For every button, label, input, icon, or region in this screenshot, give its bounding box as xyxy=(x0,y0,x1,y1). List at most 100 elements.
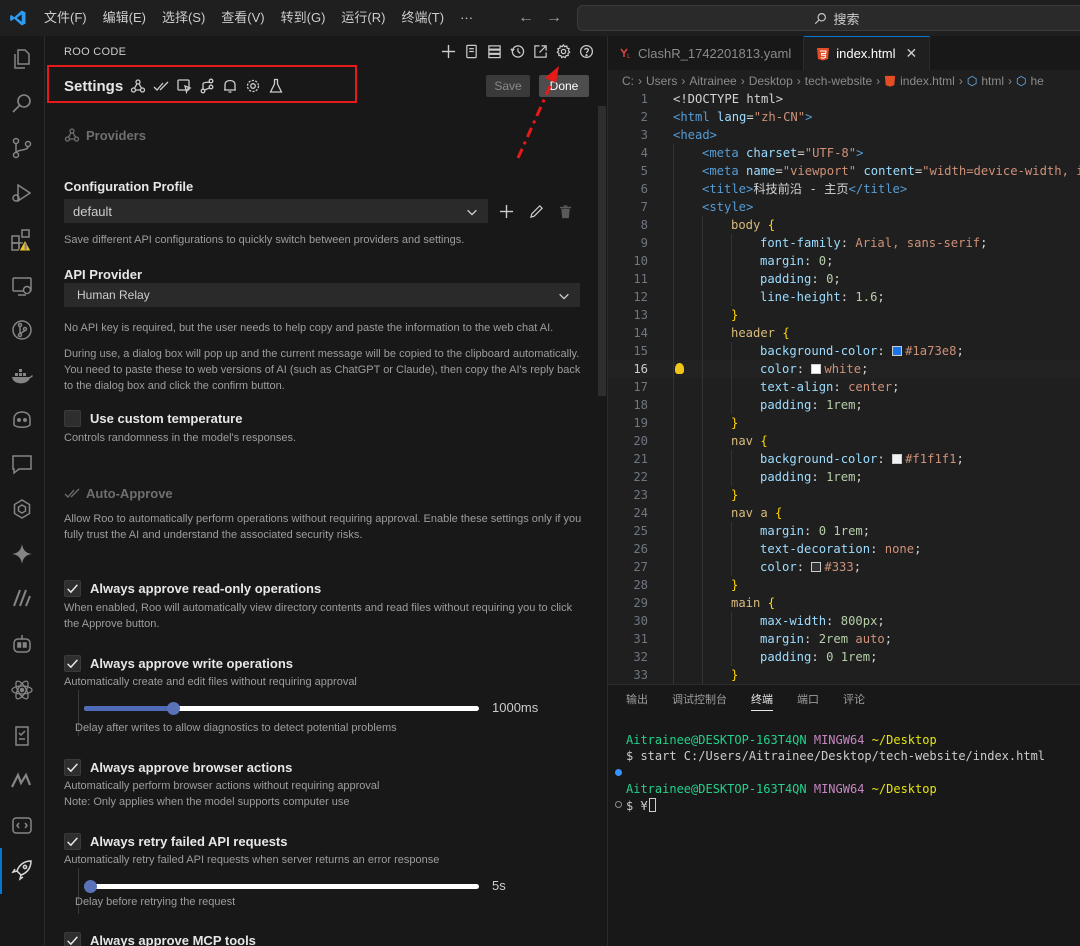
color-swatch[interactable] xyxy=(892,454,903,464)
roo-rocket-icon[interactable] xyxy=(8,856,36,884)
checkbox-checked[interactable] xyxy=(64,833,81,850)
custom-temperature-checkbox[interactable]: Use custom temperature xyxy=(64,410,242,427)
breadcrumb-item[interactable]: tech-website xyxy=(805,74,872,88)
checkpoints-branch-icon[interactable] xyxy=(198,77,215,94)
breadcrumb-item[interactable]: Users xyxy=(646,74,677,88)
code-line[interactable]: 26 text-decoration: none; xyxy=(608,540,1080,558)
slider-thumb[interactable] xyxy=(84,880,97,893)
panel-tab-comments[interactable]: 评论 xyxy=(843,691,865,711)
code-line[interactable]: 17 text-align: center; xyxy=(608,378,1080,396)
code-line[interactable]: 16 color: white; xyxy=(608,360,1080,378)
write-checkbox[interactable]: Always approve write operations xyxy=(64,655,293,672)
docker-icon[interactable] xyxy=(8,362,36,390)
code-line[interactable]: 27 color: #333; xyxy=(608,558,1080,576)
settings-scroll-area[interactable]: Providers Configuration Profile default … xyxy=(45,106,607,946)
retry-checkbox[interactable]: Always retry failed API requests xyxy=(64,833,288,850)
slider-thumb[interactable] xyxy=(167,702,180,715)
source-control-icon[interactable] xyxy=(8,134,36,162)
experimental-flask-icon[interactable] xyxy=(267,77,284,94)
checkbox-checked[interactable] xyxy=(64,580,81,597)
extensions-icon[interactable]: ! xyxy=(8,226,36,254)
menu-edit[interactable]: 编辑(E) xyxy=(95,0,154,36)
scrollbar-thumb[interactable] xyxy=(598,106,606,396)
copilot-icon[interactable] xyxy=(8,406,36,434)
code-line[interactable]: 4 <meta charset="UTF-8"> xyxy=(608,144,1080,162)
browser-pointer-icon[interactable] xyxy=(175,77,192,94)
m-logo-icon[interactable] xyxy=(8,766,36,794)
robot-icon[interactable] xyxy=(8,630,36,658)
close-icon[interactable]: ✕ xyxy=(905,45,917,62)
code-line[interactable]: 8 body { xyxy=(608,216,1080,234)
code-line[interactable]: 29 main { xyxy=(608,594,1080,612)
lightbulb-icon[interactable] xyxy=(675,363,684,374)
code-line[interactable]: 13} xyxy=(608,306,1080,324)
notifications-bell-icon[interactable] xyxy=(221,77,238,94)
panel-tab-ports[interactable]: 端口 xyxy=(797,691,819,711)
menu-run[interactable]: 运行(R) xyxy=(333,0,393,36)
code-line[interactable]: 28} xyxy=(608,576,1080,594)
code-line[interactable]: 15 background-color: #1a73e8; xyxy=(608,342,1080,360)
testing-icon[interactable] xyxy=(8,722,36,750)
git-graph-icon[interactable] xyxy=(8,316,36,344)
breadcrumb-item[interactable]: html xyxy=(981,74,1004,88)
slider-track[interactable] xyxy=(84,702,479,715)
panel-tab-output[interactable]: 输出 xyxy=(626,691,648,711)
color-swatch[interactable] xyxy=(892,346,903,356)
code-line[interactable]: 9 font-family: Arial, sans-serif; xyxy=(608,234,1080,252)
menu-terminal[interactable]: 终端(T) xyxy=(393,0,452,36)
code-line[interactable]: 25 margin: 0 1rem; xyxy=(608,522,1080,540)
code-line[interactable]: 19} xyxy=(608,414,1080,432)
auto-approve-check-icon[interactable] xyxy=(152,77,169,94)
code-line[interactable]: 6 <title>科技前沿 - 主页</title> xyxy=(608,180,1080,198)
tab-clash-yaml[interactable]: L ClashR_1742201813.yaml xyxy=(608,36,805,70)
command-search-box[interactable]: 搜索 xyxy=(577,5,1080,31)
breadcrumb-item[interactable]: he xyxy=(1030,74,1043,88)
write-delay-slider[interactable]: 1000ms xyxy=(64,690,538,736)
code-editor[interactable]: 1 <!DOCTYPE html> 2 <html lang="zh-CN"> 3 <he… xyxy=(608,90,1080,684)
code-line[interactable]: 2 <html lang="zh-CN"> xyxy=(608,108,1080,126)
slider-track[interactable] xyxy=(84,880,479,893)
menu-file[interactable]: 文件(F) xyxy=(36,0,95,36)
color-swatch[interactable] xyxy=(811,364,822,374)
panel-tab-debug-console[interactable]: 调试控制台 xyxy=(672,691,727,711)
breadcrumb-item[interactable]: Desktop xyxy=(749,74,793,88)
color-swatch[interactable] xyxy=(811,562,822,572)
code-line[interactable]: 33} xyxy=(608,666,1080,684)
checkbox-checked[interactable] xyxy=(64,759,81,776)
checkbox-checked[interactable] xyxy=(64,655,81,672)
code-line[interactable]: 11 padding: 0; xyxy=(608,270,1080,288)
terminal-input-line[interactable]: $ ¥ xyxy=(626,798,656,813)
edit-profile-pencil-icon[interactable] xyxy=(527,202,545,220)
breadcrumb-item[interactable]: C: xyxy=(622,74,634,88)
config-profile-select[interactable]: default xyxy=(64,199,488,223)
code-line[interactable]: 20 nav { xyxy=(608,432,1080,450)
explorer-icon[interactable] xyxy=(8,45,36,73)
code-line[interactable]: 21 background-color: #f1f1f1; xyxy=(608,450,1080,468)
add-profile-plus-icon[interactable] xyxy=(497,202,515,220)
code-line[interactable]: 30 max-width: 800px; xyxy=(608,612,1080,630)
code-line[interactable]: 10 margin: 0; xyxy=(608,252,1080,270)
prompts-icon[interactable] xyxy=(463,43,480,60)
code-line[interactable]: 18 padding: 1rem; xyxy=(608,396,1080,414)
openai-icon[interactable] xyxy=(8,495,36,523)
search-icon[interactable] xyxy=(8,89,36,117)
code-line[interactable]: 22 padding: 1rem; xyxy=(608,468,1080,486)
run-debug-icon[interactable] xyxy=(8,179,36,207)
breadcrumb-item[interactable]: Aitrainee xyxy=(689,74,736,88)
readonly-checkbox[interactable]: Always approve read-only operations xyxy=(64,580,321,597)
chat-icon[interactable] xyxy=(8,450,36,478)
cline-icon[interactable] xyxy=(8,584,36,612)
code-line[interactable]: 32 padding: 0 1rem; xyxy=(608,648,1080,666)
forward-arrow-icon[interactable]: → xyxy=(546,9,562,27)
code-line[interactable]: 3 <head> xyxy=(608,126,1080,144)
delete-profile-trash-icon[interactable] xyxy=(556,202,574,220)
plus-icon[interactable] xyxy=(440,43,457,60)
breadcrumb-item[interactable]: index.html xyxy=(900,74,955,88)
code-line[interactable]: 12 line-height: 1.6; xyxy=(608,288,1080,306)
gemini-icon[interactable] xyxy=(8,540,36,568)
panel-tab-terminal[interactable]: 终端 xyxy=(751,691,773,711)
tab-index-html[interactable]: index.html ✕ xyxy=(804,36,931,70)
code-line[interactable]: 5 <meta name="viewport" content="width=de… xyxy=(608,162,1080,180)
react-atom-icon[interactable] xyxy=(8,676,36,704)
menu-view[interactable]: 查看(V) xyxy=(213,0,272,36)
